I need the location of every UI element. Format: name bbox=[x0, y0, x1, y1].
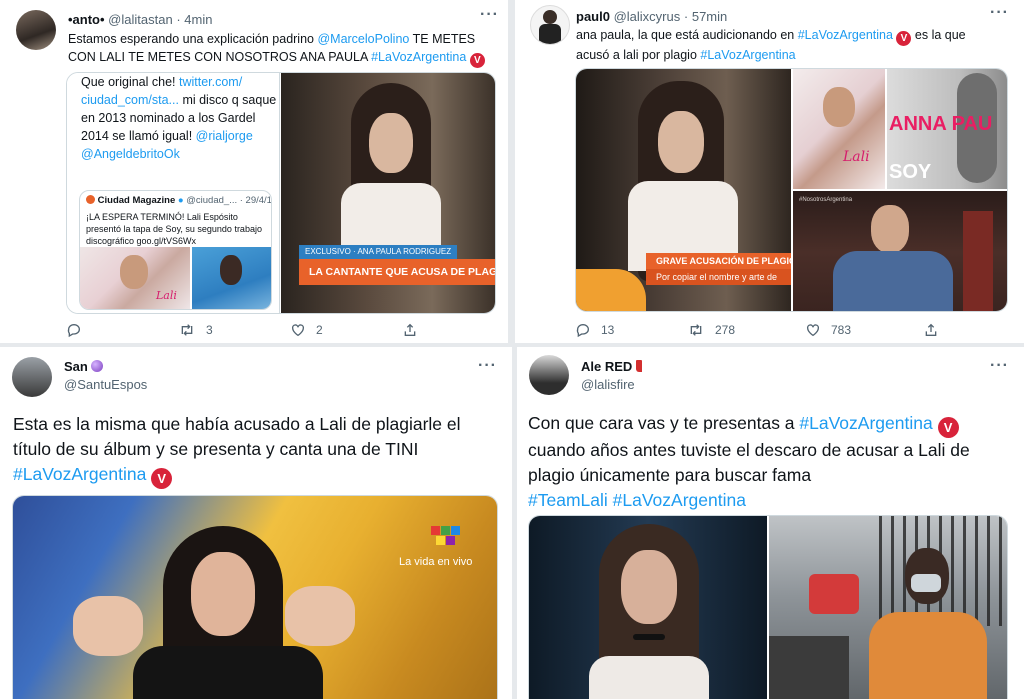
album-cover-image: Lali bbox=[80, 247, 190, 309]
contestant-photo bbox=[529, 516, 767, 699]
verified-icon: ● bbox=[177, 195, 184, 206]
author-handle[interactable]: @lalisfire bbox=[581, 377, 635, 392]
album-art-image: ANNA PAU SOY bbox=[887, 69, 1007, 189]
retweet-button[interactable]: 278 bbox=[687, 322, 805, 338]
tv-video-still: GRAVE ACUSACIÓN DE PLAGIO CON Por copiar… bbox=[576, 69, 791, 311]
tweet-media[interactable]: La vida en vivo bbox=[12, 495, 498, 699]
tv-logo-icon bbox=[431, 526, 461, 552]
vote-badge-icon: V bbox=[896, 31, 912, 46]
timestamp[interactable]: 4min bbox=[184, 12, 212, 27]
timestamp[interactable]: 57min bbox=[692, 9, 727, 24]
reply-button[interactable]: 13 bbox=[575, 322, 687, 338]
avatar[interactable] bbox=[529, 355, 569, 395]
share-icon bbox=[925, 323, 937, 336]
vote-badge-icon: V bbox=[151, 468, 173, 489]
retweet-icon bbox=[690, 324, 702, 336]
hashtag-link[interactable]: #LaVozArgentina bbox=[799, 413, 932, 433]
ciudad-logo-icon bbox=[86, 195, 95, 204]
tv-video-still: La vida en vivo bbox=[13, 496, 497, 699]
more-icon[interactable]: ··· bbox=[990, 357, 1009, 375]
quote-screenshot: Que original che! twitter.com/ ciudad_co… bbox=[67, 73, 280, 313]
hashtag-link[interactable]: #TeamLali bbox=[528, 490, 608, 510]
hashtag-link[interactable]: #LaVozArgentina bbox=[798, 28, 893, 42]
tweet-media[interactable]: GRAVE ACUSACIÓN DE PLAGIO CON Por copiar… bbox=[575, 68, 1008, 312]
tv-video-still: EXCLUSIVO · ANA PAULA RODRIGUEZ LA CANTA… bbox=[281, 73, 495, 313]
crystal-ball-icon bbox=[91, 360, 104, 372]
hashtag-link[interactable]: #LaVozArgentina bbox=[13, 464, 146, 484]
share-icon bbox=[404, 323, 416, 336]
red-shoe-icon bbox=[635, 360, 642, 372]
album-cover-image: Lali bbox=[793, 69, 885, 189]
street-photo bbox=[769, 516, 1007, 699]
tweet-text: Estamos esperando una explicación padrin… bbox=[68, 30, 488, 68]
tweet-media[interactable]: Que original che! twitter.com/ ciudad_co… bbox=[66, 72, 496, 314]
judge-reaction-image: #NosotrosArgentina bbox=[793, 191, 1007, 311]
tweet-text: Con que cara vas y te presentas a #LaVoz… bbox=[528, 413, 970, 510]
share-button[interactable] bbox=[923, 322, 939, 338]
avatar[interactable] bbox=[16, 10, 56, 50]
reply-icon bbox=[67, 324, 80, 338]
retweet-button[interactable]: 3 bbox=[178, 322, 290, 338]
tweet-card[interactable]: Ale RED @lalisfire ··· Con que cara vas … bbox=[517, 347, 1024, 699]
action-bar: 13 278 783 bbox=[575, 322, 939, 338]
singer-photo bbox=[192, 247, 271, 309]
action-bar: 3 2 bbox=[66, 322, 418, 338]
like-button[interactable]: 783 bbox=[805, 322, 923, 338]
tweet-media[interactable] bbox=[528, 515, 1008, 699]
tweet-text: ana paula, la que está audicionando en #… bbox=[576, 28, 966, 62]
author-name[interactable]: •anto• bbox=[68, 12, 105, 27]
reply-icon bbox=[576, 324, 589, 338]
heart-icon bbox=[807, 324, 819, 337]
vote-badge-icon: V bbox=[469, 53, 485, 68]
heart-icon bbox=[292, 324, 304, 337]
author-name[interactable]: paul0 bbox=[576, 9, 610, 24]
tweet-text: Esta es la misma que había acusado a Lal… bbox=[13, 412, 503, 489]
more-icon[interactable]: ··· bbox=[478, 357, 497, 375]
author-handle[interactable]: @lalitastan bbox=[108, 12, 173, 27]
more-icon[interactable]: ··· bbox=[990, 4, 1009, 22]
author-name[interactable]: Ale RED bbox=[581, 359, 632, 374]
avatar[interactable] bbox=[12, 357, 52, 397]
tweet-card[interactable]: paul0 @lalixcyrus · 57min ··· ana paula,… bbox=[515, 0, 1024, 343]
retweet-icon bbox=[181, 324, 193, 336]
hashtag-link[interactable]: #LaVozArgentina bbox=[700, 48, 795, 62]
vote-badge-icon: V bbox=[937, 417, 959, 438]
tweet-card[interactable]: San @SantuEspos ··· Esta es la misma que… bbox=[0, 347, 512, 699]
tweet-card[interactable]: •anto• @lalitastan · 4min ··· Estamos es… bbox=[0, 0, 508, 343]
author-handle[interactable]: @lalixcyrus bbox=[614, 9, 681, 24]
share-button[interactable] bbox=[402, 322, 418, 338]
inner-quote: Ciudad Magazine ● @ciudad_... · 29/4/16 … bbox=[79, 190, 272, 310]
more-icon[interactable]: ··· bbox=[480, 6, 499, 24]
mention-link[interactable]: @MarceloPolino bbox=[317, 32, 409, 46]
hashtag-link[interactable]: #LaVozArgentina bbox=[613, 490, 746, 510]
author-handle[interactable]: @SantuEspos bbox=[64, 377, 147, 392]
avatar[interactable] bbox=[530, 5, 570, 45]
hashtag-link[interactable]: #LaVozArgentina bbox=[371, 50, 466, 64]
like-button[interactable]: 2 bbox=[290, 322, 402, 338]
author-name[interactable]: San bbox=[64, 359, 88, 374]
reply-button[interactable] bbox=[66, 322, 178, 338]
